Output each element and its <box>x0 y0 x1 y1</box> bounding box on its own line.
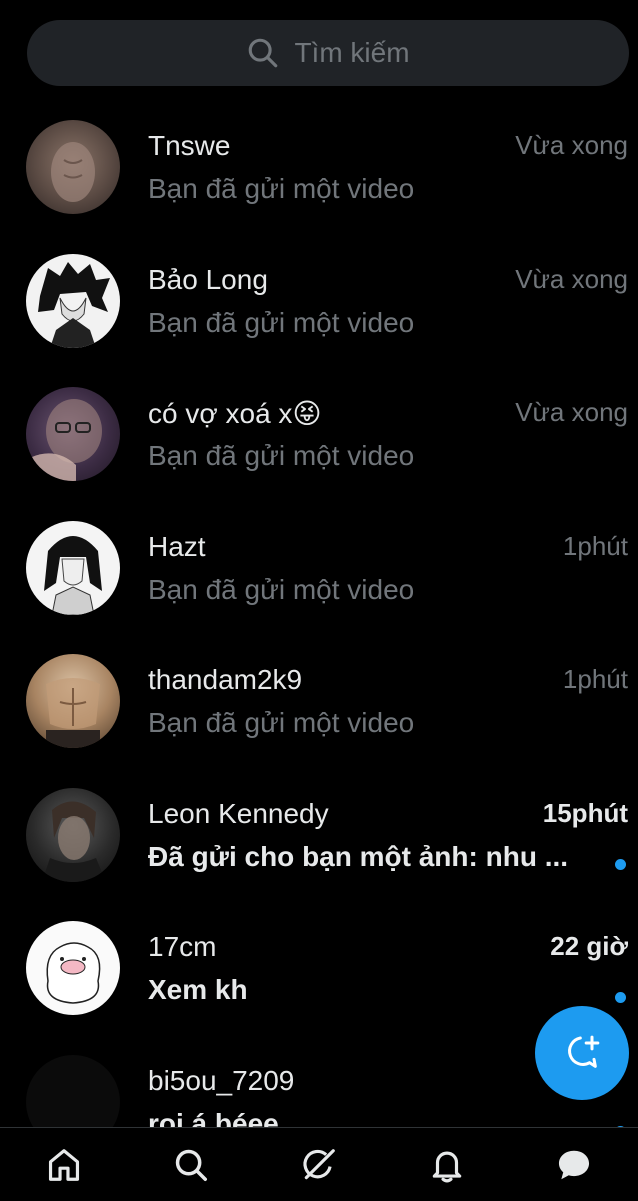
contact-name: 17cm <box>148 931 217 962</box>
avatar <box>26 787 120 882</box>
unread-dot <box>615 992 626 1003</box>
conversation-list: Tnswe Vừa xong Bạn đã gửi một video Bảo … <box>0 113 638 1181</box>
message-preview: Bạn đã gửi một video <box>148 707 415 738</box>
search-placeholder: Tìm kiếm <box>294 37 410 68</box>
new-message-button[interactable] <box>535 1006 629 1100</box>
unread-dot <box>615 858 626 870</box>
timestamp: 15phút <box>542 797 628 828</box>
avatar <box>26 253 120 348</box>
conversation-item[interactable]: thandam2k9 1phút Bạn đã gửi một video <box>0 647 638 781</box>
timestamp: Vừa xong <box>515 397 628 427</box>
avatar <box>26 387 120 481</box>
timestamp: 22 giờ <box>550 931 628 961</box>
timestamp: Vừa xong <box>515 263 628 294</box>
tab-notifications[interactable] <box>415 1133 479 1197</box>
timestamp: 1phút <box>562 530 628 561</box>
contact-name: Leon Kennedy <box>148 797 329 829</box>
search-bar[interactable]: Tìm kiếm <box>27 20 629 86</box>
timestamp: Vừa xong <box>515 130 628 160</box>
tab-home[interactable] <box>32 1133 96 1197</box>
contact-name: Tnswe <box>148 130 231 161</box>
avatar <box>26 654 120 748</box>
message-preview: Đã gửi cho bạn một ảnh: nhu ... <box>148 840 569 872</box>
grok-icon <box>303 1148 335 1179</box>
contact-name: thandam2k9 <box>148 664 303 695</box>
avatar <box>26 921 120 1015</box>
tab-messages[interactable] <box>542 1133 606 1197</box>
message-preview: Bạn đã gửi một video <box>148 573 415 605</box>
tab-search[interactable] <box>159 1133 223 1197</box>
notifications-icon <box>432 1151 461 1182</box>
search-icon <box>249 38 278 68</box>
tab-grok[interactable] <box>287 1133 351 1197</box>
message-preview: Bạn đã gửi một video <box>148 306 415 338</box>
contact-name: Hazt <box>148 530 206 562</box>
contact-name: có vợ xoá x😝 <box>148 398 322 429</box>
avatar <box>26 120 120 214</box>
avatar <box>26 520 120 615</box>
message-preview: Bạn đã gửi một video <box>148 173 415 204</box>
bottom-tab-bar <box>0 1127 638 1201</box>
timestamp: 1phút <box>562 664 628 694</box>
conversation-item[interactable]: Hazt 1phút Bạn đã gửi một video <box>0 514 638 648</box>
contact-name: Bảo Long <box>148 263 268 295</box>
conversation-item[interactable]: Tnswe Vừa xong Bạn đã gửi một video <box>0 113 638 247</box>
contact-name: bi5ou_7209 <box>148 1064 295 1096</box>
conversation-item[interactable]: Bảo Long Vừa xong Bạn đã gửi một video <box>0 247 638 381</box>
new-message-icon <box>568 1035 600 1068</box>
message-preview: Xem kh <box>148 974 248 1005</box>
search-icon <box>176 1149 208 1181</box>
conversation-item[interactable]: Leon Kennedy 15phút Đã gửi cho bạn một ả… <box>0 781 638 915</box>
message-preview: Bạn đã gửi một video <box>148 440 415 471</box>
messages-icon <box>559 1150 590 1179</box>
home-icon <box>48 1148 79 1181</box>
conversation-item[interactable]: có vợ xoá x😝 Vừa xong Bạn đã gửi một vid… <box>0 380 638 514</box>
